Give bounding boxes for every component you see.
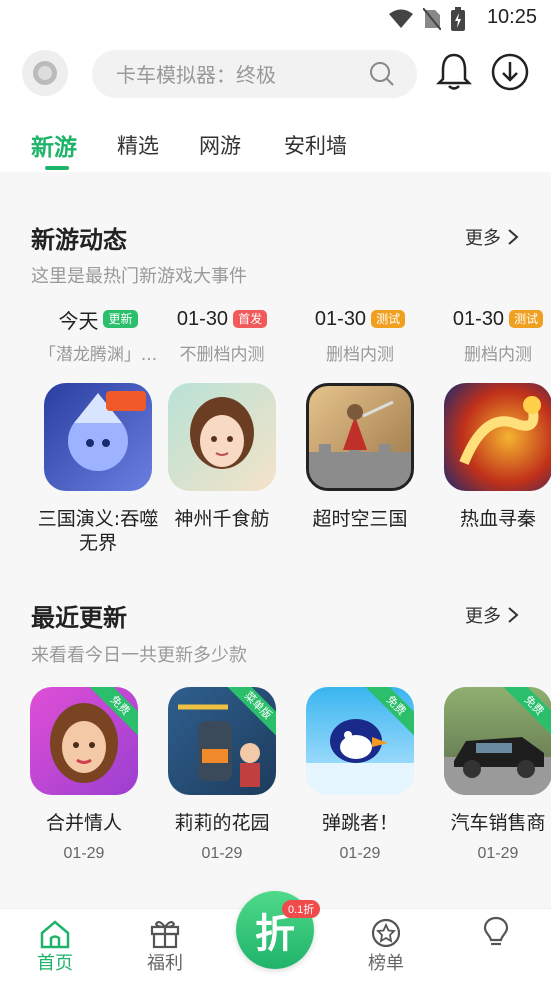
nav-community[interactable] — [456, 915, 536, 949]
user-avatar-icon — [33, 61, 57, 85]
lightbulb-icon — [483, 916, 509, 946]
game-name: 神州千食舫 — [174, 508, 270, 530]
new-games-more[interactable]: 更多 — [465, 224, 519, 250]
updated-game-card[interactable]: 免费 弹跳者！ 01-29 — [291, 669, 429, 863]
tab-online-games[interactable]: 网游 — [199, 130, 241, 160]
woman-portrait-icon[interactable]: 免费 — [30, 687, 138, 795]
tab-recommend-wall[interactable]: 安利墙 — [284, 130, 347, 160]
release-status: 删档内测 — [464, 345, 532, 365]
release-date: 01-30 — [314, 307, 367, 330]
new-games-title: 新游动态 — [31, 226, 127, 254]
search-bar[interactable] — [92, 50, 417, 100]
sports-car-icon[interactable]: 免费 — [444, 687, 551, 795]
tab-new-games[interactable]: 新游 — [31, 128, 77, 162]
search-icon[interactable] — [369, 61, 395, 87]
battery-icon — [451, 7, 465, 31]
wifi-icon — [389, 9, 413, 28]
release-badge: 测试 — [509, 310, 544, 328]
status-bar: 10:25 — [0, 0, 551, 38]
discount-badge: 0.1折 — [282, 900, 321, 918]
home-icon — [40, 920, 70, 949]
release-date: 01-30 — [452, 307, 505, 330]
general-on-wall-icon[interactable] — [306, 383, 414, 491]
recent-updates-more[interactable]: 更多 — [465, 602, 519, 628]
nav-welfare-label: 福利 — [147, 953, 183, 974]
recent-updates-title: 最近更新 — [31, 604, 127, 632]
girl-portrait-icon[interactable] — [168, 383, 276, 491]
updated-game-card[interactable]: 免费 汽车销售商 01-29 — [429, 669, 551, 863]
game-name: 莉莉的花园 — [174, 812, 270, 834]
game-name: 三国演义:吞噬无界 — [37, 508, 159, 554]
release-badge: 更新 — [103, 310, 138, 328]
new-game-card[interactable]: 01-30 测试 删档内测 热血寻秦 — [429, 306, 551, 531]
nav-ranking-label: 榜单 — [368, 953, 404, 974]
penguin-icon[interactable]: 免费 — [306, 687, 414, 795]
update-date: 01-29 — [63, 845, 105, 862]
nav-home[interactable]: 首页 — [15, 915, 95, 975]
game-name: 热血寻秦 — [459, 508, 536, 530]
tab-featured[interactable]: 精选 — [117, 130, 159, 160]
download-icon[interactable] — [490, 52, 530, 92]
top-bar — [0, 48, 551, 100]
golden-dragon-icon[interactable] — [444, 383, 551, 491]
release-date: 01-30 — [176, 307, 229, 330]
no-sim-icon — [423, 8, 441, 30]
game-name: 弹跳者！ — [321, 812, 398, 834]
release-badge: 首发 — [233, 310, 268, 328]
avatar[interactable] — [22, 50, 68, 96]
bottom-nav: 首页 福利 折 0.1折 榜单 — [0, 891, 551, 982]
update-date: 01-29 — [477, 845, 519, 862]
new-game-card[interactable]: 01-30 首发 不删档内测 神州千食舫 — [153, 306, 291, 531]
updated-game-card[interactable]: 免费 合并情人 01-29 — [15, 669, 153, 863]
release-badge: 测试 — [371, 310, 406, 328]
new-game-card[interactable]: 今天 更新 「潜龙腾渊」... 三国演义:吞噬无界 — [29, 306, 167, 555]
more-label: 更多 — [465, 606, 501, 627]
recent-updates-subtitle: 来看看今日一共更新多少款 — [31, 645, 247, 666]
nav-welfare[interactable]: 福利 — [125, 915, 205, 975]
star-badge-icon — [371, 918, 401, 948]
updated-game-card[interactable]: 菜单版 莉莉的花园 01-29 — [153, 669, 291, 863]
release-date: 今天 — [58, 310, 99, 333]
new-games-subtitle: 这里是最热门新游戏大事件 — [31, 266, 247, 287]
tab-bar: 新游 精选 网游 安利墙 — [0, 124, 551, 172]
release-status: 「潜龙腾渊」... — [38, 345, 158, 365]
game-name: 超时空三国 — [312, 508, 408, 530]
release-status: 删档内测 — [326, 345, 394, 365]
search-input[interactable] — [114, 50, 368, 100]
update-date: 01-29 — [201, 845, 243, 862]
status-icons — [389, 7, 465, 31]
clock: 10:25 — [486, 6, 537, 28]
new-game-card[interactable]: 01-30 测试 删档内测 超时空三国 — [291, 306, 429, 531]
bell-icon[interactable] — [436, 52, 472, 92]
nav-ranking[interactable]: 榜单 — [346, 915, 426, 975]
content-area: 新游动态 更多 这里是最热门新游戏大事件 今天 更新 「潜龙腾渊」... 三国演义… — [0, 172, 551, 908]
nav-home-label: 首页 — [37, 953, 73, 974]
hero-warrior-icon[interactable] — [44, 383, 152, 491]
tab-indicator — [45, 166, 69, 170]
chevron-right-icon — [508, 607, 519, 623]
update-date: 01-29 — [339, 845, 381, 862]
more-label: 更多 — [465, 228, 501, 249]
gift-icon — [150, 921, 180, 949]
game-name: 汽车销售商 — [450, 812, 546, 834]
boiler-girl-icon[interactable]: 菜单版 — [168, 687, 276, 795]
release-status: 不删档内测 — [179, 345, 265, 365]
game-name: 合并情人 — [45, 812, 122, 834]
chevron-right-icon — [508, 229, 519, 245]
